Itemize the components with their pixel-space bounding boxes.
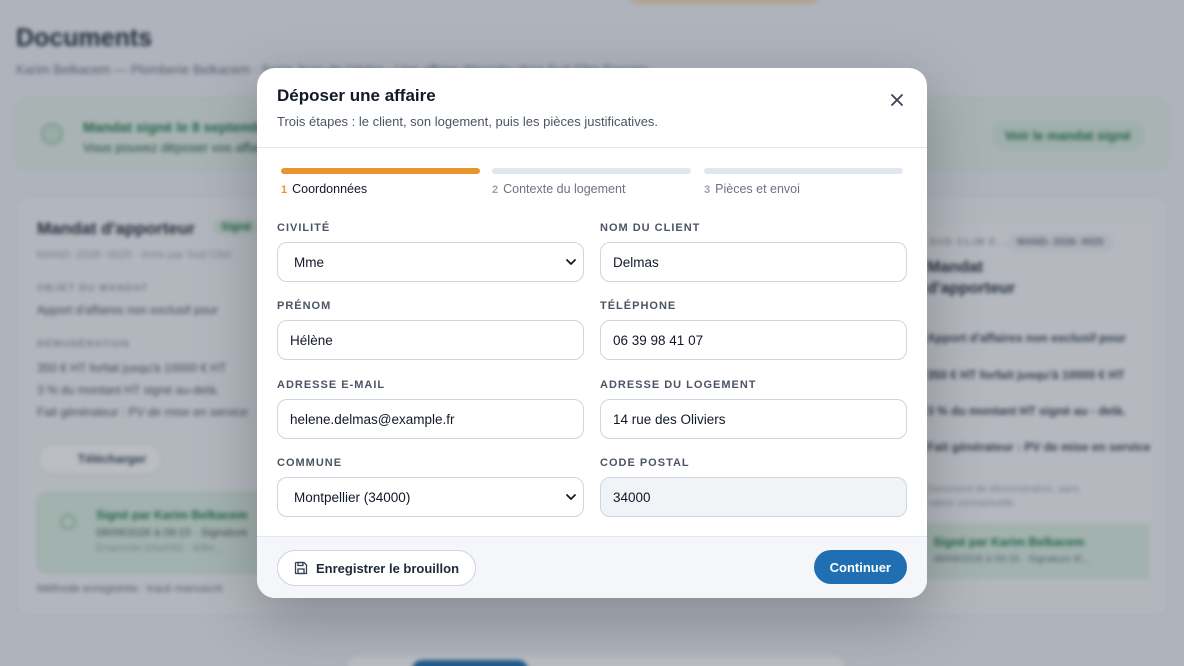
email-label: ADRESSE E-MAIL: [277, 379, 386, 391]
commune-field: COMMUNE Montpellier (34000): [277, 457, 584, 517]
step-progress-bar: [492, 168, 691, 174]
commune-value: Montpellier (34000): [294, 489, 411, 505]
step-number: 2: [492, 184, 499, 196]
chevron-down-icon: [566, 259, 576, 265]
nom-input[interactable]: Delmas: [600, 242, 907, 282]
step-label: Pièces et envoi: [715, 182, 800, 196]
modal-subtitle: Trois étapes : le client, son logement, …: [277, 114, 659, 129]
close-icon: [891, 94, 903, 106]
prenom-field: PRÉNOM Hélène: [277, 300, 584, 360]
commune-label: COMMUNE: [277, 457, 343, 469]
code-postal-field: CODE POSTAL 34000: [600, 457, 907, 517]
step-contexte-logement[interactable]: 2 Contexte du logement: [492, 168, 691, 196]
prenom-label: PRÉNOM: [277, 300, 332, 312]
save-draft-label: Enregistrer le brouillon: [316, 560, 460, 576]
telephone-input[interactable]: 06 39 98 41 07: [600, 320, 907, 360]
civilite-field: CIVILITÉ Mme: [277, 222, 584, 282]
commune-select[interactable]: Montpellier (34000): [277, 477, 584, 517]
telephone-label: TÉLÉPHONE: [600, 300, 677, 312]
email-input[interactable]: helene.delmas@example.fr: [277, 399, 584, 439]
step-pieces-envoi[interactable]: 3 Pièces et envoi: [704, 168, 903, 196]
modal-footer: Enregistrer le brouillon Continuer: [257, 536, 927, 598]
code-postal-input[interactable]: 34000: [600, 477, 907, 517]
step-number: 3: [704, 184, 711, 196]
adresse-label: ADRESSE DU LOGEMENT: [600, 379, 757, 391]
email-field: ADRESSE E-MAIL helene.delmas@example.fr: [277, 379, 584, 439]
step-number: 1: [281, 184, 288, 196]
telephone-field: TÉLÉPHONE 06 39 98 41 07: [600, 300, 907, 360]
civilite-select[interactable]: Mme: [277, 242, 584, 282]
step-progress-bar: [281, 168, 480, 174]
chevron-down-icon: [566, 494, 576, 500]
save-draft-button[interactable]: Enregistrer le brouillon: [277, 550, 477, 586]
adresse-input[interactable]: 14 rue des Oliviers: [600, 399, 907, 439]
client-form: CIVILITÉ Mme NOM DU CLIENT Delmas PRÉNOM…: [277, 214, 907, 534]
nom-label: NOM DU CLIENT: [600, 222, 701, 234]
code-postal-label: CODE POSTAL: [600, 457, 690, 469]
stepper: 1 Coordonnées 2 Contexte du logement 3 Pièc…: [281, 168, 903, 202]
step-progress-bar: [704, 168, 903, 174]
civilite-label: CIVILITÉ: [277, 222, 331, 234]
close-button[interactable]: [885, 88, 909, 112]
step-coordonnees[interactable]: 1 Coordonnées: [281, 168, 480, 196]
step-label: Coordonnées: [292, 182, 368, 196]
continue-button[interactable]: Continuer: [813, 550, 907, 584]
modal-header: Déposer une affaire Trois étapes : le cl…: [257, 68, 927, 148]
deposit-deal-modal: Déposer une affaire Trois étapes : le cl…: [257, 68, 927, 598]
civilite-value: Mme: [294, 254, 324, 270]
prenom-input[interactable]: Hélène: [277, 320, 584, 360]
modal-title: Déposer une affaire: [277, 86, 436, 105]
adresse-field: ADRESSE DU LOGEMENT 14 rue des Oliviers: [600, 379, 907, 439]
save-icon: [294, 561, 308, 575]
nom-field: NOM DU CLIENT Delmas: [600, 222, 907, 282]
step-label: Contexte du logement: [503, 182, 626, 196]
